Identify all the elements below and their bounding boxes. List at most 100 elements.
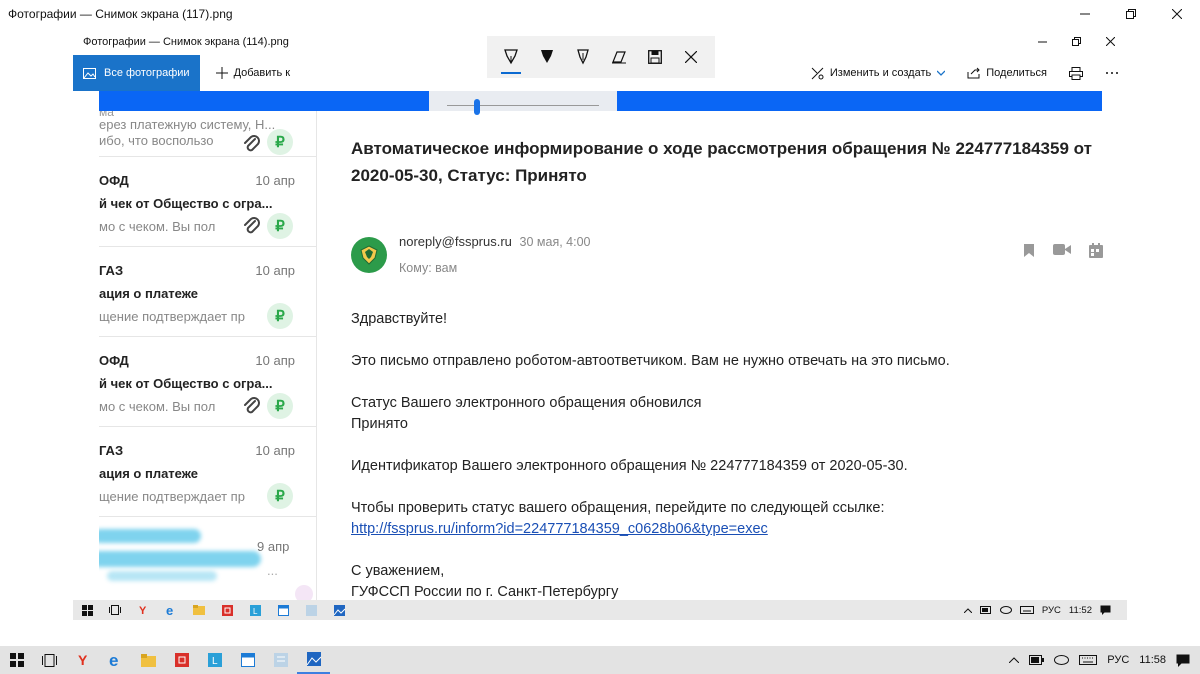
red-app-icon [174, 653, 189, 667]
minimize-button[interactable] [1062, 0, 1108, 28]
list-item[interactable]: ОФД 10 апр й чек от Общество с огра... м… [99, 157, 316, 247]
list-item-sender: ОФД [99, 353, 129, 368]
command-bar-right: Изменить и создать Поделиться [811, 55, 1119, 91]
taskbar-edge[interactable]: e [99, 646, 132, 674]
taskbar-photos-app[interactable] [297, 646, 330, 674]
inner-system-tray: РУС 11:52 [963, 600, 1111, 620]
photos-icon [83, 67, 96, 79]
ruble-icon: ₽ [267, 213, 293, 239]
list-item-subject: й чек от Общество с огра... [99, 196, 273, 211]
print-button[interactable] [1069, 66, 1083, 80]
outer-window-title: Фотографии — Снимок экрана (117).png [8, 7, 233, 21]
notification-icon[interactable] [1176, 654, 1190, 667]
file-explorer-icon [185, 600, 213, 620]
paperclip-icon [244, 217, 260, 234]
ruble-icon: ₽ [267, 303, 293, 329]
taskbar-red-app[interactable] [165, 646, 198, 674]
email-date: 30 мая, 4:00 [519, 235, 591, 249]
sender-email[interactable]: noreply@fssprus.ru [399, 234, 512, 249]
l-app-icon: L [207, 653, 222, 667]
calligraphy-pen-button[interactable] [568, 42, 598, 72]
list-item[interactable]: ОФД 10 апр й чек от Общество с огра... м… [99, 337, 316, 427]
taskbar-yandex-browser[interactable]: Y [66, 646, 99, 674]
email-status-value: Принято [351, 416, 408, 432]
recipient-line: Кому: вам [399, 261, 458, 275]
paperclip-icon [244, 135, 260, 152]
inner-screenshot: Фотографии — Снимок экрана (114).png Все… [73, 28, 1127, 620]
all-photos-button[interactable]: Все фотографии [73, 55, 200, 91]
list-item-sender: ГАЗ [99, 263, 124, 278]
add-to-button[interactable]: Добавить к [200, 67, 290, 79]
email-inform-link[interactable]: http://fssprus.ru/inform?id=224777184359… [351, 521, 768, 537]
more-button[interactable] [1105, 71, 1119, 75]
screenshot-content: ма ерез платежную систему, Н... ибо, что… [73, 91, 1127, 600]
taskbar-file-explorer[interactable] [132, 646, 165, 674]
close-icon [1105, 37, 1115, 46]
taskbar-l-app[interactable]: L [198, 646, 231, 674]
sender-line: noreply@fssprus.ru 30 мая, 4:00 [399, 234, 591, 249]
network-icon[interactable] [1054, 655, 1070, 665]
ruble-icon: ₽ [267, 393, 293, 419]
yandex-browser-icon: Y [129, 600, 157, 620]
save-icon [648, 50, 662, 64]
chevron-up-icon[interactable] [1009, 657, 1020, 663]
inner-language-indicator: РУС [1041, 604, 1061, 616]
ruble-icon: ₽ [267, 129, 293, 155]
list-item[interactable]: ГАЗ 10 апр ация о платеже щение подтверж… [99, 247, 316, 337]
email-status-block: Статус Вашего электронного обращения обн… [351, 393, 1103, 435]
svg-text:e: e [166, 604, 173, 616]
list-item-date: 9 апр [257, 539, 290, 554]
start-button[interactable] [0, 646, 33, 674]
task-view-button[interactable] [33, 646, 66, 674]
battery-icon[interactable] [1029, 655, 1045, 665]
inner-taskbar: Y e L РУС 11:52 [73, 600, 1127, 620]
edit-create-button[interactable]: Изменить и создать [811, 67, 946, 80]
save-copy-button[interactable] [640, 42, 670, 72]
email-check-line: Чтобы проверить статус вашего обращения,… [351, 500, 885, 516]
add-to-label: Добавить к [233, 67, 291, 79]
more-icon [1106, 72, 1118, 74]
bookmark-icon[interactable] [1023, 243, 1035, 258]
email-regards: С уважением, [351, 563, 445, 579]
inner-close-button[interactable] [1093, 28, 1127, 55]
list-item-preview: мо с чеком. Вы пол [99, 399, 216, 414]
list-item-subject: ация о платеже [99, 286, 199, 301]
keyboard-icon[interactable] [1079, 655, 1098, 665]
svg-text:L: L [253, 607, 258, 616]
ink-toolbar [487, 36, 715, 78]
taskbar-window-app[interactable] [231, 646, 264, 674]
close-button[interactable] [1154, 0, 1200, 28]
eraser-icon [612, 51, 626, 64]
list-item[interactable]: ма ерез платежную систему, Н... ибо, что… [99, 111, 316, 157]
ruble-icon: ₽ [267, 483, 293, 509]
edge-icon: e [109, 652, 118, 668]
close-ink-button[interactable] [676, 42, 706, 72]
taskbar-notes-app[interactable] [264, 646, 297, 674]
photos-app-icon [306, 652, 321, 666]
list-item-date: 10 апр [255, 173, 295, 188]
list-item-subject: ация о платеже [99, 466, 199, 481]
chevron-up-icon [963, 607, 972, 613]
video-call-icon[interactable] [1053, 243, 1071, 256]
all-photos-label: Все фотографии [104, 67, 190, 79]
ballpoint-pen-button[interactable] [496, 42, 526, 74]
list-item-subject: й чек от Общество с огра... [99, 376, 273, 391]
inner-minimize-button[interactable] [1025, 28, 1059, 55]
pencil-button[interactable] [532, 42, 562, 72]
email-signature-block: С уважением, ГУФССП России по г. Санкт-П… [351, 561, 1103, 600]
clock[interactable]: 11:58 [1139, 654, 1166, 666]
inner-restore-button[interactable] [1059, 28, 1093, 55]
share-icon [967, 67, 980, 79]
share-label: Поделиться [986, 67, 1047, 79]
list-item[interactable]: ГАЗ 10 апр ация о платеже щение подтверж… [99, 427, 316, 517]
keyboard-icon [1019, 606, 1034, 614]
inner-clock: 11:52 [1068, 604, 1092, 616]
restore-button[interactable] [1108, 0, 1154, 28]
share-button[interactable]: Поделиться [967, 67, 1047, 79]
calendar-icon[interactable] [1089, 243, 1103, 258]
list-item-sender: ГАЗ [99, 443, 124, 458]
language-indicator[interactable]: РУС [1107, 654, 1129, 666]
eraser-button[interactable] [604, 42, 634, 72]
minimize-icon [1080, 13, 1090, 15]
email-greeting: Здравствуйте! [351, 311, 448, 327]
